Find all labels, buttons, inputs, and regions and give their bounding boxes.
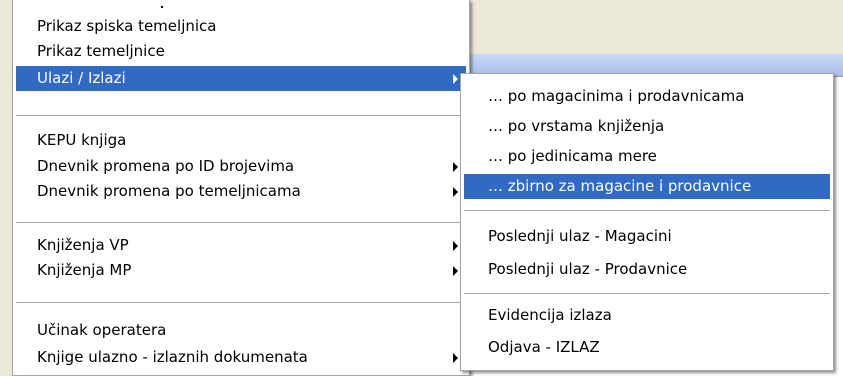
- menu-item-ulazi-izlazi[interactable]: Ulazi / Izlazi: [16, 66, 466, 91]
- menu-item-label: Poslednji ulaz - Prodavnice: [488, 260, 688, 278]
- menu-item-label: … po jedinicama mere: [488, 147, 657, 165]
- menu-item-knjizenja-vp[interactable]: Knjiženja VP: [16, 233, 466, 258]
- menu-item-prikaz-temeljnice[interactable]: Prikaz temeljnice: [16, 39, 466, 64]
- menu-item-knjige-ulazno-izlaznih[interactable]: Knjige ulazno - izlaznih dokumenata: [16, 345, 466, 370]
- ulazi-izlazi-submenu: … po magacinima i prodavnicama … po vrst…: [460, 73, 834, 371]
- menu-item-label: … po vrstama knjiženja: [488, 117, 665, 135]
- menu-item-label: … po magacinima i prodavnicama: [488, 87, 745, 105]
- menu-item-label: Odjava - IZLAZ: [488, 338, 600, 356]
- menu-item-label: Evidencija izlaza: [488, 306, 612, 324]
- menu-item-knjizenja-mp[interactable]: Knjiženja MP: [16, 258, 466, 283]
- submenu-arrow-icon: [453, 162, 458, 172]
- submenu-arrow-icon: [453, 187, 458, 197]
- menu-item-label: Knjige ulazno - izlaznih dokumenata: [37, 348, 308, 366]
- menu-item-label: Prikaz spiska temeljnica: [37, 17, 217, 35]
- app-toolbar-area: [470, 0, 843, 55]
- menu-item-ucinak-operatera[interactable]: Učinak operatera: [16, 318, 466, 343]
- main-menu: Prikaz spiska temeljnica Prikaz temeljni…: [12, 0, 470, 376]
- menu-item-label: Dnevnik promena po ID brojevima: [37, 157, 295, 175]
- menu-separator: [464, 210, 830, 211]
- menu-item-kepu-knjiga[interactable]: KEPU knjiga: [16, 128, 466, 153]
- submenu-item-zbirno[interactable]: … zbirno za magacine i prodavnice: [464, 174, 830, 199]
- menu-separator: [16, 115, 466, 116]
- submenu-arrow-icon: [453, 266, 458, 276]
- menu-item-label: Knjiženja MP: [37, 261, 132, 279]
- submenu-arrow-icon: [453, 241, 458, 251]
- submenu-item-po-jedinicama[interactable]: … po jedinicama mere: [464, 144, 830, 169]
- submenu-arrow-icon: [453, 353, 458, 363]
- menu-item-dnevnik-promena-id[interactable]: Dnevnik promena po ID brojevima: [16, 154, 466, 179]
- menu-item-prikaz-spiska-temeljnica[interactable]: Prikaz spiska temeljnica: [16, 14, 466, 39]
- menu-separator: [464, 293, 830, 294]
- app-window-background: [0, 0, 12, 376]
- menu-item-label: KEPU knjiga: [37, 131, 127, 149]
- menu-item-label: Prikaz temeljnice: [37, 42, 165, 60]
- menu-item-dnevnik-promena-temeljnice[interactable]: Dnevnik promena po temeljnicama: [16, 179, 466, 204]
- menu-item-label: … zbirno za magacine i prodavnice: [488, 177, 752, 195]
- submenu-item-poslednji-ulaz-prodavnice[interactable]: Poslednji ulaz - Prodavnice: [464, 257, 830, 282]
- submenu-item-po-magacinima[interactable]: … po magacinima i prodavnicama: [464, 84, 830, 109]
- submenu-item-odjava-izlaz[interactable]: Odjava - IZLAZ: [464, 335, 830, 360]
- submenu-arrow-icon: [453, 74, 458, 84]
- menu-item-label: Poslednji ulaz - Magacini: [488, 227, 672, 245]
- menu-separator: [16, 222, 466, 223]
- menu-item-label: Učinak operatera: [37, 321, 167, 339]
- submenu-item-po-vrstama[interactable]: … po vrstama knjiženja: [464, 114, 830, 139]
- menu-item-label: Ulazi / Izlazi: [37, 69, 126, 87]
- menu-item-label: Dnevnik promena po temeljnicama: [37, 182, 301, 200]
- submenu-item-poslednji-ulaz-magacini[interactable]: Poslednji ulaz - Magacini: [464, 224, 830, 249]
- menu-separator: [16, 302, 466, 303]
- menu-item-label: Knjiženja VP: [37, 236, 129, 254]
- submenu-item-evidencija-izlaza[interactable]: Evidencija izlaza: [464, 303, 830, 328]
- menu-top-dot: [161, 6, 163, 8]
